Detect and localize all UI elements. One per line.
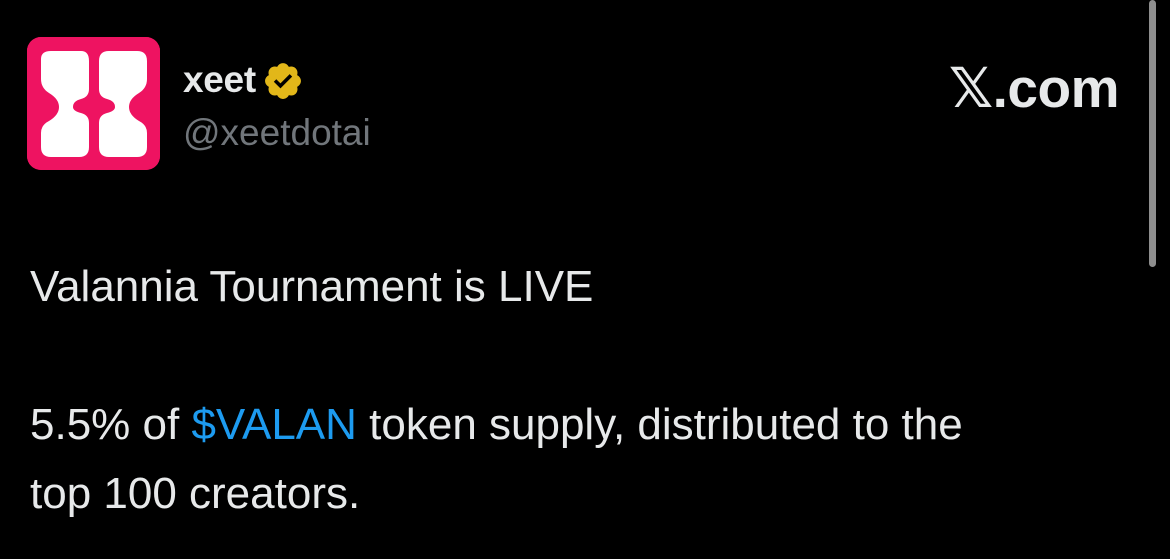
cashtag-link[interactable]: $VALAN xyxy=(191,400,357,449)
verified-badge-icon xyxy=(262,60,304,102)
xeet-logo-icon xyxy=(27,37,160,170)
tweet-paragraph-2: 5.5% of $VALAN token supply, distributed… xyxy=(30,390,1145,459)
tweet-line-2-prefix: 5.5% of xyxy=(30,400,192,449)
tweet-line-1: Valannia Tournament is LIVE xyxy=(30,262,594,311)
tweet-line-2-suffix: token supply, distributed to the xyxy=(356,400,963,449)
x-com-brand: 𝕏.com xyxy=(948,57,1120,119)
avatar[interactable] xyxy=(27,37,160,170)
tweet-body: Valannia Tournament is LIVE 5.5% of $VAL… xyxy=(30,252,1145,528)
scrollbar[interactable] xyxy=(1149,0,1156,267)
display-name[interactable]: xeet xyxy=(183,59,256,101)
user-handle[interactable]: @xeetdotai xyxy=(183,111,371,155)
tweet-line-3: top 100 creators. xyxy=(30,469,361,518)
author-row: xeet xyxy=(183,55,304,105)
